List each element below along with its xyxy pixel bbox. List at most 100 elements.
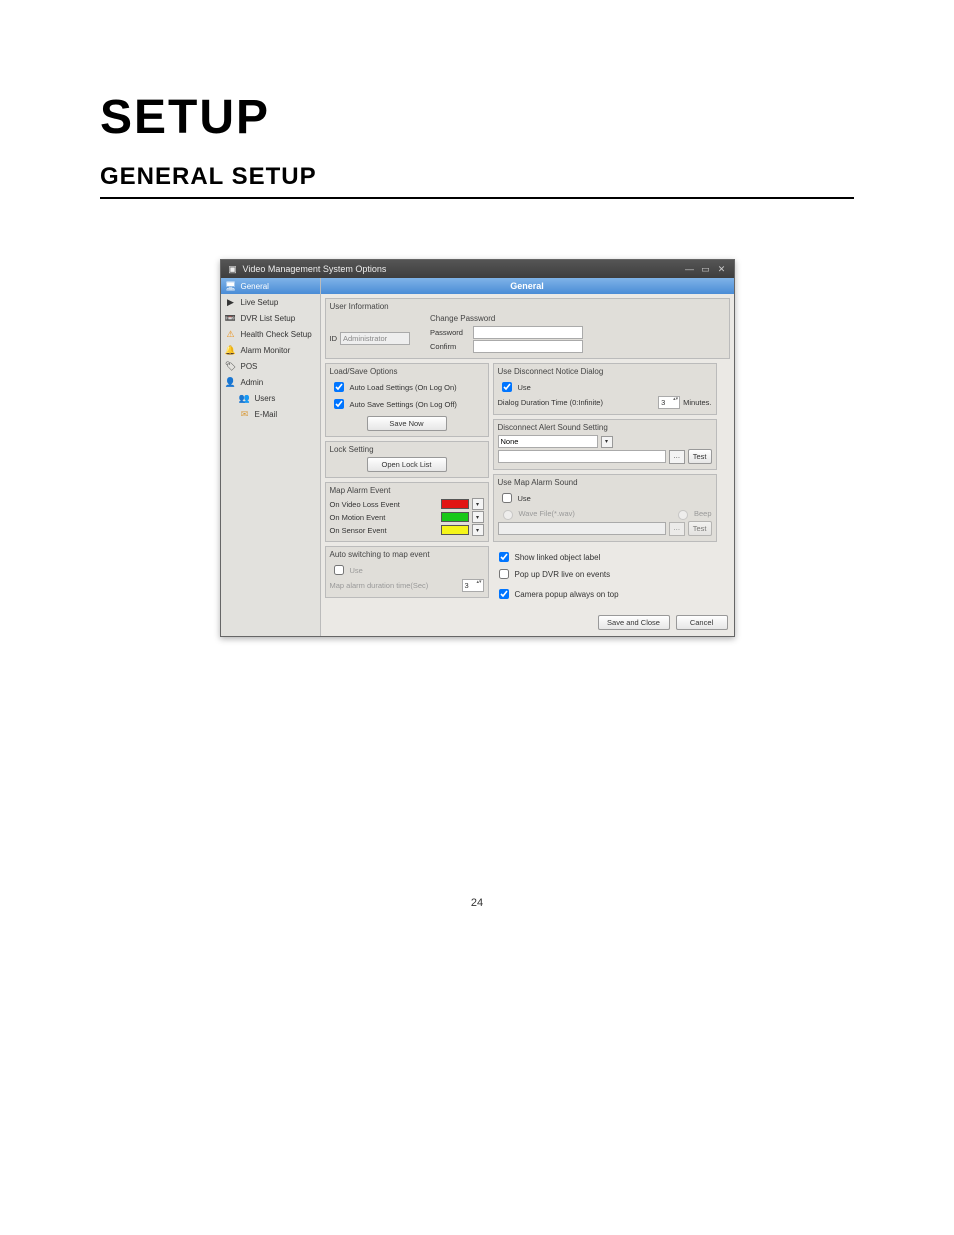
monitor-icon: 🖥 <box>225 280 237 292</box>
sidebar-item-label: POS <box>241 362 258 371</box>
map-alarm-duration-stepper[interactable]: 3 <box>462 579 484 592</box>
map-sound-test-button: Test <box>688 521 712 536</box>
users-icon: 👥 <box>239 392 251 404</box>
disconnect-sound-path[interactable] <box>498 450 666 463</box>
group-title-lock: Lock Setting <box>330 445 484 454</box>
warning-icon: ⚠ <box>225 328 237 340</box>
sidebar-item-label: Health Check Setup <box>241 330 312 339</box>
color-swatch-motion[interactable] <box>441 512 469 522</box>
user-icon: 👤 <box>225 376 237 388</box>
play-icon: ▶ <box>225 296 237 308</box>
sidebar-item-live-setup[interactable]: ▶ Live Setup <box>221 294 320 310</box>
dialog-title: Video Management System Options <box>243 264 387 274</box>
label-motion: On Motion Event <box>330 513 438 522</box>
save-and-close-button[interactable]: Save and Close <box>598 615 670 630</box>
chevron-down-icon[interactable]: ▾ <box>472 524 484 536</box>
sidebar-item-label: Live Setup <box>241 298 279 307</box>
mail-icon: ✉ <box>239 408 251 420</box>
label-auto-load: Auto Load Settings (On Log On) <box>350 383 457 392</box>
auto-load-checkbox[interactable] <box>334 382 344 392</box>
label-dialog-duration: Dialog Duration Time (0:Infinite) <box>498 398 656 407</box>
label-show-linked: Show linked object label <box>515 553 601 562</box>
app-icon: ▣ <box>227 263 239 275</box>
camera-ontop-checkbox[interactable] <box>499 589 509 599</box>
map-sound-use-checkbox[interactable] <box>502 493 512 503</box>
label-sensor: On Sensor Event <box>330 526 438 535</box>
disconnect-sound-select[interactable] <box>498 435 598 448</box>
group-map-alarm-event: Map Alarm Event On Video Loss Event ▾ On… <box>325 482 489 542</box>
group-title-load-save: Load/Save Options <box>330 367 484 376</box>
section-rule <box>100 197 854 199</box>
group-title-user-info: User Information <box>330 302 725 311</box>
minimize-icon[interactable]: — <box>684 264 696 274</box>
label-minutes: Minutes. <box>683 398 711 407</box>
wave-file-path <box>498 522 666 535</box>
close-icon[interactable]: ✕ <box>716 264 728 274</box>
group-title-auto-switch: Auto switching to map event <box>330 550 484 559</box>
label-auto-save: Auto Save Settings (On Log Off) <box>350 400 457 409</box>
dialog-duration-stepper[interactable]: 3 <box>658 396 680 409</box>
disconnect-use-checkbox[interactable] <box>502 382 512 392</box>
sidebar-item-label: General <box>241 282 269 291</box>
page-number: 24 <box>100 897 854 909</box>
section-title-general-setup: GENERAL SETUP <box>100 163 854 191</box>
show-linked-checkbox[interactable] <box>499 552 509 562</box>
label-beep: Beep <box>694 509 712 518</box>
sidebar: 🖥 General ▶ Live Setup 📼 DVR List Setup … <box>221 278 321 636</box>
color-swatch-video-loss[interactable] <box>441 499 469 509</box>
label-popup-dvr: Pop up DVR live on events <box>515 570 611 579</box>
browse-icon[interactable]: … <box>669 450 685 464</box>
popup-dvr-checkbox[interactable] <box>499 569 509 579</box>
label-password: Password <box>430 328 470 337</box>
label-wave-file: Wave File(*.wav) <box>519 509 575 518</box>
group-title-map-alarm: Map Alarm Event <box>330 486 484 495</box>
options-dialog: ▣ Video Management System Options — ▭ ✕ … <box>220 259 735 637</box>
id-field <box>340 332 410 345</box>
group-auto-switch: Auto switching to map event Use Map alar… <box>325 546 489 598</box>
sidebar-item-label: Alarm Monitor <box>241 346 291 355</box>
sidebar-item-dvr-list[interactable]: 📼 DVR List Setup <box>221 310 320 326</box>
auto-save-checkbox[interactable] <box>334 399 344 409</box>
auto-switch-use-checkbox[interactable] <box>334 565 344 575</box>
sidebar-item-admin[interactable]: 👤 Admin <box>221 374 320 390</box>
cancel-button[interactable]: Cancel <box>676 615 728 630</box>
sidebar-item-label: Users <box>255 394 276 403</box>
beep-radio <box>678 510 688 520</box>
label-video-loss: On Video Loss Event <box>330 500 438 509</box>
save-now-button[interactable]: Save Now <box>367 416 447 431</box>
password-field[interactable] <box>473 326 583 339</box>
group-title-map-sound: Use Map Alarm Sound <box>498 478 712 487</box>
page-title-setup: SETUP <box>100 90 854 145</box>
label-camera-ontop: Camera popup always on top <box>515 590 619 599</box>
sidebar-item-alarm-monitor[interactable]: 🔔 Alarm Monitor <box>221 342 320 358</box>
sidebar-item-pos[interactable]: 🏷 POS <box>221 358 320 374</box>
label-use-auto-switch: Use <box>350 566 363 575</box>
group-lock-setting: Lock Setting Open Lock List <box>325 441 489 478</box>
maximize-icon[interactable]: ▭ <box>700 264 712 274</box>
sidebar-item-health-check[interactable]: ⚠ Health Check Setup <box>221 326 320 342</box>
sidebar-item-label: DVR List Setup <box>241 314 296 323</box>
bell-icon: 🔔 <box>225 344 237 356</box>
browse-icon: … <box>669 522 685 536</box>
sidebar-item-label: E-Mail <box>255 410 278 419</box>
group-user-info: User Information ID Change Password Pass <box>325 298 730 359</box>
label-id: ID <box>330 334 338 343</box>
color-swatch-sensor[interactable] <box>441 525 469 535</box>
disconnect-sound-test-button[interactable]: Test <box>688 449 712 464</box>
group-disconnect-sound: Disconnect Alert Sound Setting ▾ … Test <box>493 419 717 470</box>
sidebar-item-label: Admin <box>241 378 264 387</box>
sidebar-item-email[interactable]: ✉ E-Mail <box>221 406 320 422</box>
sidebar-item-general[interactable]: 🖥 General <box>221 278 320 294</box>
label-change-password: Change Password <box>430 314 725 323</box>
sidebar-item-users[interactable]: 👥 Users <box>221 390 320 406</box>
group-load-save: Load/Save Options Auto Load Settings (On… <box>325 363 489 437</box>
chevron-down-icon[interactable]: ▾ <box>472 498 484 510</box>
panel-header: General <box>321 278 734 294</box>
group-disconnect-dialog: Use Disconnect Notice Dialog Use Dialog … <box>493 363 717 415</box>
dvr-icon: 📼 <box>225 312 237 324</box>
confirm-password-field[interactable] <box>473 340 583 353</box>
chevron-down-icon[interactable]: ▾ <box>472 511 484 523</box>
open-lock-list-button[interactable]: Open Lock List <box>367 457 447 472</box>
chevron-down-icon[interactable]: ▾ <box>601 436 613 448</box>
label-use-disconnect: Use <box>518 383 531 392</box>
